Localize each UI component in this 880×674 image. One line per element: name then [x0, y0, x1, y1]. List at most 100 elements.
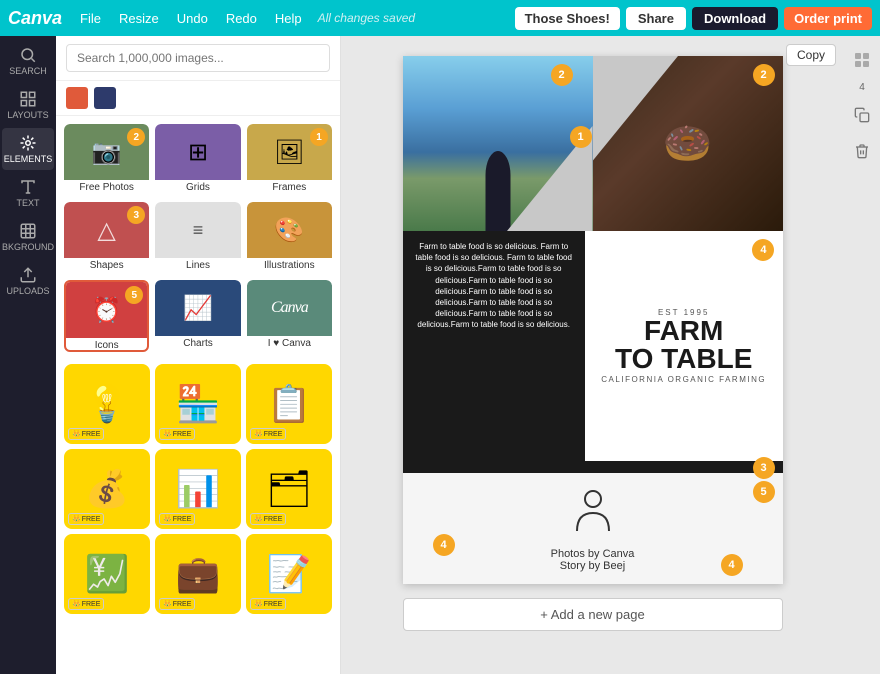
sidebar-item-text[interactable]: TEXT: [2, 172, 54, 214]
category-charts[interactable]: 📈 Charts: [155, 280, 240, 352]
copy-button[interactable]: Copy: [786, 44, 836, 66]
help-menu[interactable]: Help: [269, 9, 308, 28]
sidebar-label-layouts: LAYOUTS: [7, 110, 48, 120]
category-free-photos[interactable]: 📷 Free Photos 2: [64, 124, 149, 196]
main-layout: SEARCH LAYOUTS ELEMENTS TEXT BKGROUND UP…: [0, 36, 880, 674]
charts-icon: 📈: [183, 294, 213, 323]
share-button[interactable]: Share: [626, 7, 686, 30]
icon-shop[interactable]: 🏪 👑FREE: [155, 364, 241, 444]
photos-credit: Photos by Canva: [551, 548, 635, 560]
file-menu[interactable]: File: [74, 9, 107, 28]
order-print-button[interactable]: Order print: [784, 7, 872, 30]
left-sidebar: SEARCH LAYOUTS ELEMENTS TEXT BKGROUND UP…: [0, 36, 56, 674]
icons-icon: ⏰: [92, 296, 122, 325]
lightbulb-icon: 💡: [85, 383, 130, 425]
sidebar-item-layouts[interactable]: LAYOUTS: [2, 84, 54, 126]
left-text-box: Farm to table food is so delicious. Farm…: [403, 231, 585, 461]
free-badge: 👑FREE: [68, 428, 104, 440]
black-stripe: 3: [403, 461, 783, 473]
farm-title: FARM TO TABLE: [615, 317, 752, 373]
icon-notepad[interactable]: 📝 👑FREE: [246, 534, 332, 614]
money-icon: 💰: [85, 468, 130, 510]
badge-2-right: 2: [753, 64, 775, 86]
canva-logo: Canva: [8, 8, 62, 29]
shop-icon: 🏪: [176, 383, 221, 425]
badge-1-center: 1: [570, 126, 592, 148]
sidebar-label-text: TEXT: [16, 198, 39, 208]
i-love-canva-label: I ♥ Canva: [247, 336, 332, 351]
search-icon: [19, 46, 37, 64]
icon-money[interactable]: 💰 👑FREE: [64, 449, 150, 529]
icon-bar-chart[interactable]: 📊 👑FREE: [155, 449, 241, 529]
those-shoes-button[interactable]: Those Shoes!: [515, 7, 620, 30]
top-photos: 🍩 2 2 1: [403, 56, 783, 231]
text-icon: [19, 178, 37, 196]
icon-growth[interactable]: 💹 👑FREE: [64, 534, 150, 614]
shapes-label: Shapes: [64, 258, 149, 273]
icon-clipboard[interactable]: 📋 👑FREE: [246, 364, 332, 444]
grid-view-icon[interactable]: [848, 46, 876, 74]
free-badge-7: 👑FREE: [68, 598, 104, 610]
illustrations-label: Illustrations: [247, 258, 332, 273]
free-badge-2: 👑FREE: [159, 428, 195, 440]
story-credit: Story by Beej: [560, 560, 625, 572]
duplicate-icon[interactable]: [848, 101, 876, 129]
sidebar-item-elements[interactable]: ELEMENTS: [2, 128, 54, 170]
icons-section: 💡 👑FREE 🏪 👑FREE 📋 👑FREE 💰 👑FREE: [56, 360, 340, 674]
grids-label: Grids: [155, 180, 240, 195]
lines-icon: ≡: [193, 220, 204, 241]
bar-chart-icon: 📊: [176, 468, 221, 510]
badge-5-person: 5: [753, 481, 775, 503]
canvas-area: Copy 🍩 2: [341, 36, 844, 674]
middle-section: Farm to table food is so delicious. Farm…: [403, 231, 783, 461]
briefcase-icon: 💼: [176, 553, 221, 595]
undo-button[interactable]: Undo: [171, 9, 214, 28]
clipboard-icon: 📋: [267, 383, 312, 425]
icon-lightbulb[interactable]: 💡 👑FREE: [64, 364, 150, 444]
icon-files[interactable]: 🗂 👑FREE: [246, 449, 332, 529]
sidebar-item-search[interactable]: SEARCH: [2, 40, 54, 82]
photo-right: 🍩: [593, 56, 783, 231]
background-icon: [19, 222, 37, 240]
category-i-love-canva[interactable]: Canva I ♥ Canva: [247, 280, 332, 352]
top-nav: Canva File Resize Undo Redo Help All cha…: [0, 0, 880, 36]
category-lines[interactable]: ≡ Lines: [155, 202, 240, 274]
download-button[interactable]: Download: [692, 7, 778, 30]
person-icon: [573, 485, 613, 544]
body-text: Farm to table food is so delicious. Farm…: [415, 241, 573, 331]
swatch-red[interactable]: [66, 87, 88, 109]
category-grid: 📷 Free Photos 2 ⊞ Grids 🖼 Frames 1: [56, 116, 340, 360]
add-page-button[interactable]: + Add a new page: [403, 598, 783, 631]
category-illustrations[interactable]: 🎨 Illustrations: [247, 202, 332, 274]
design-page[interactable]: 🍩 2 2 1 Farm to table food is so delicio…: [403, 56, 783, 584]
badge-3-stripe: 3: [753, 457, 775, 479]
layouts-icon: [19, 90, 37, 108]
free-badge-6: 👑FREE: [250, 513, 286, 525]
sidebar-label-bkground: BKGROUND: [2, 242, 54, 252]
badge-2-left: 2: [551, 64, 573, 86]
redo-button[interactable]: Redo: [220, 9, 263, 28]
category-grids[interactable]: ⊞ Grids: [155, 124, 240, 196]
sidebar-item-background[interactable]: BKGROUND: [2, 216, 54, 258]
search-bar: [56, 36, 340, 81]
category-icons[interactable]: ⏰ Icons 5: [64, 280, 149, 352]
sidebar-item-uploads[interactable]: UPLOADS: [2, 260, 54, 302]
badge-4-brand: 4: [752, 239, 774, 261]
category-shapes[interactable]: △ Shapes 3: [64, 202, 149, 274]
free-photos-label: Free Photos: [64, 180, 149, 195]
right-brand-box: EST 1995 FARM TO TABLE CALIFORNIA ORGANI…: [585, 231, 783, 461]
search-input[interactable]: [66, 44, 330, 72]
swatch-navy[interactable]: [94, 87, 116, 109]
icon-briefcase[interactable]: 💼 👑FREE: [155, 534, 241, 614]
shapes-icon: △: [97, 216, 115, 245]
icons-label: Icons: [66, 338, 147, 352]
delete-icon[interactable]: [848, 137, 876, 165]
elements-icon: [19, 134, 37, 152]
uploads-icon: [19, 266, 37, 284]
frames-icon: 🖼: [274, 138, 304, 167]
right-toolbar: 4: [844, 36, 880, 674]
frames-label: Frames: [247, 180, 332, 195]
lines-label: Lines: [155, 258, 240, 273]
category-frames[interactable]: 🖼 Frames 1: [247, 124, 332, 196]
resize-menu[interactable]: Resize: [113, 9, 165, 28]
